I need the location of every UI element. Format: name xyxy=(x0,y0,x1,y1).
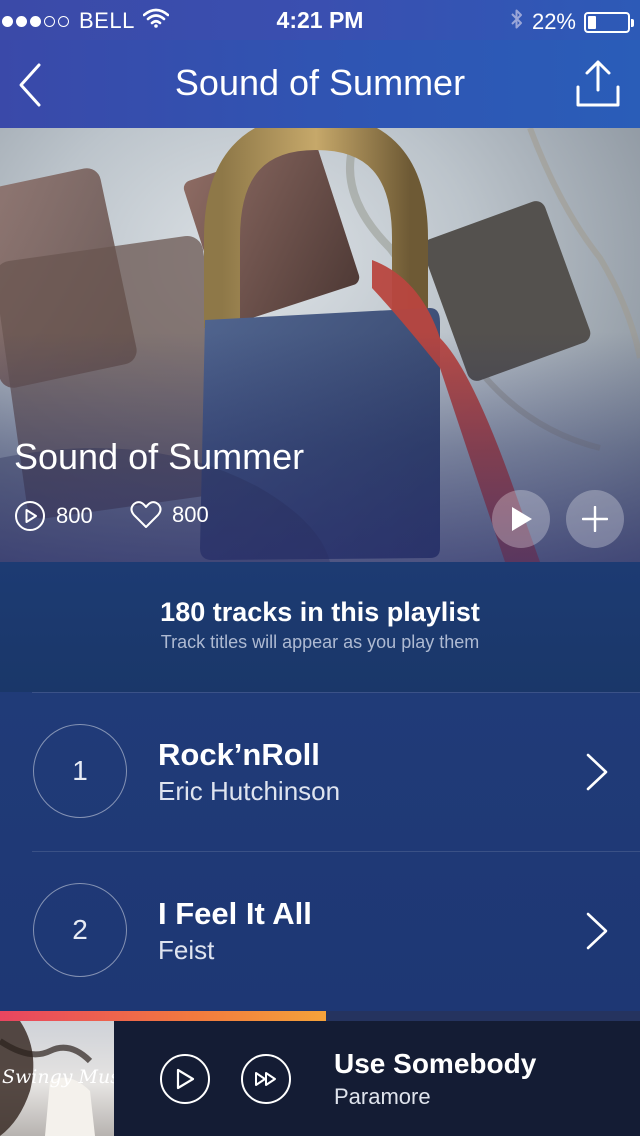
album-art[interactable]: Swingy Music xyxy=(0,1021,114,1136)
play-count-value: 800 xyxy=(56,503,93,528)
now-playing-artist: Paramore xyxy=(334,1084,431,1109)
album-art-image: Swingy Music xyxy=(0,1021,114,1136)
bluetooth-icon xyxy=(510,7,524,37)
play-icon xyxy=(176,1068,195,1090)
track-list: 1 Rock’nRoll Eric Hutchinson 2 I Feel It… xyxy=(0,692,640,1011)
track-number: 1 xyxy=(33,724,127,818)
divider xyxy=(32,851,640,852)
track-artist: Eric Hutchinson xyxy=(158,776,341,806)
playback-progress-fill xyxy=(0,1011,327,1021)
play-playlist-button[interactable] xyxy=(492,490,550,548)
track-number: 2 xyxy=(33,883,127,977)
play-button[interactable] xyxy=(160,1054,210,1104)
play-icon xyxy=(512,507,532,531)
battery-percent: 22% xyxy=(531,9,576,34)
play-count-icon xyxy=(15,501,45,531)
track-row[interactable]: 2 I Feel It All Feist xyxy=(0,851,640,1010)
fast-forward-button[interactable] xyxy=(241,1054,291,1104)
playlist-info: 180 tracks in this playlist Track titles… xyxy=(0,562,640,692)
chevron-left-icon xyxy=(19,63,41,107)
navigation-bar: Sound of Summer xyxy=(0,40,640,128)
album-art-caption: Swingy Music xyxy=(2,1066,114,1088)
track-hint: Track titles will appear as you play the… xyxy=(160,632,480,652)
divider xyxy=(32,692,640,693)
playlist-cover: Sound of Summer 800 800 xyxy=(0,128,640,562)
now-playing-title: Use Somebody xyxy=(334,1048,537,1079)
playlist-title: Sound of Summer xyxy=(14,436,305,477)
fast-forward-icon xyxy=(255,1072,276,1086)
share-button[interactable] xyxy=(572,56,624,112)
plus-icon xyxy=(582,506,608,532)
heart-icon xyxy=(130,501,162,528)
battery-icon xyxy=(584,11,634,33)
track-artist: Feist xyxy=(158,935,215,965)
page-title: Sound of Summer xyxy=(174,62,466,103)
share-icon xyxy=(576,60,620,107)
track-title: Rock’nRoll xyxy=(158,737,320,772)
now-playing-bar: Swingy Music Use Somebody Paramore xyxy=(0,1021,640,1136)
chevron-right-icon[interactable] xyxy=(582,750,612,794)
status-bar: BELL 4:21 PM 22% xyxy=(0,0,640,40)
like-count[interactable]: 800 xyxy=(130,500,209,530)
back-button[interactable] xyxy=(10,60,50,110)
chevron-right-icon[interactable] xyxy=(582,909,612,953)
track-title: I Feel It All xyxy=(158,896,312,931)
add-playlist-button[interactable] xyxy=(566,490,624,548)
play-count: 800 xyxy=(14,500,93,532)
track-count: 180 tracks in this playlist xyxy=(160,597,480,627)
playback-progress-bar[interactable] xyxy=(0,1011,640,1021)
like-count-value: 800 xyxy=(172,502,209,527)
track-row[interactable]: 1 Rock’nRoll Eric Hutchinson xyxy=(0,692,640,851)
